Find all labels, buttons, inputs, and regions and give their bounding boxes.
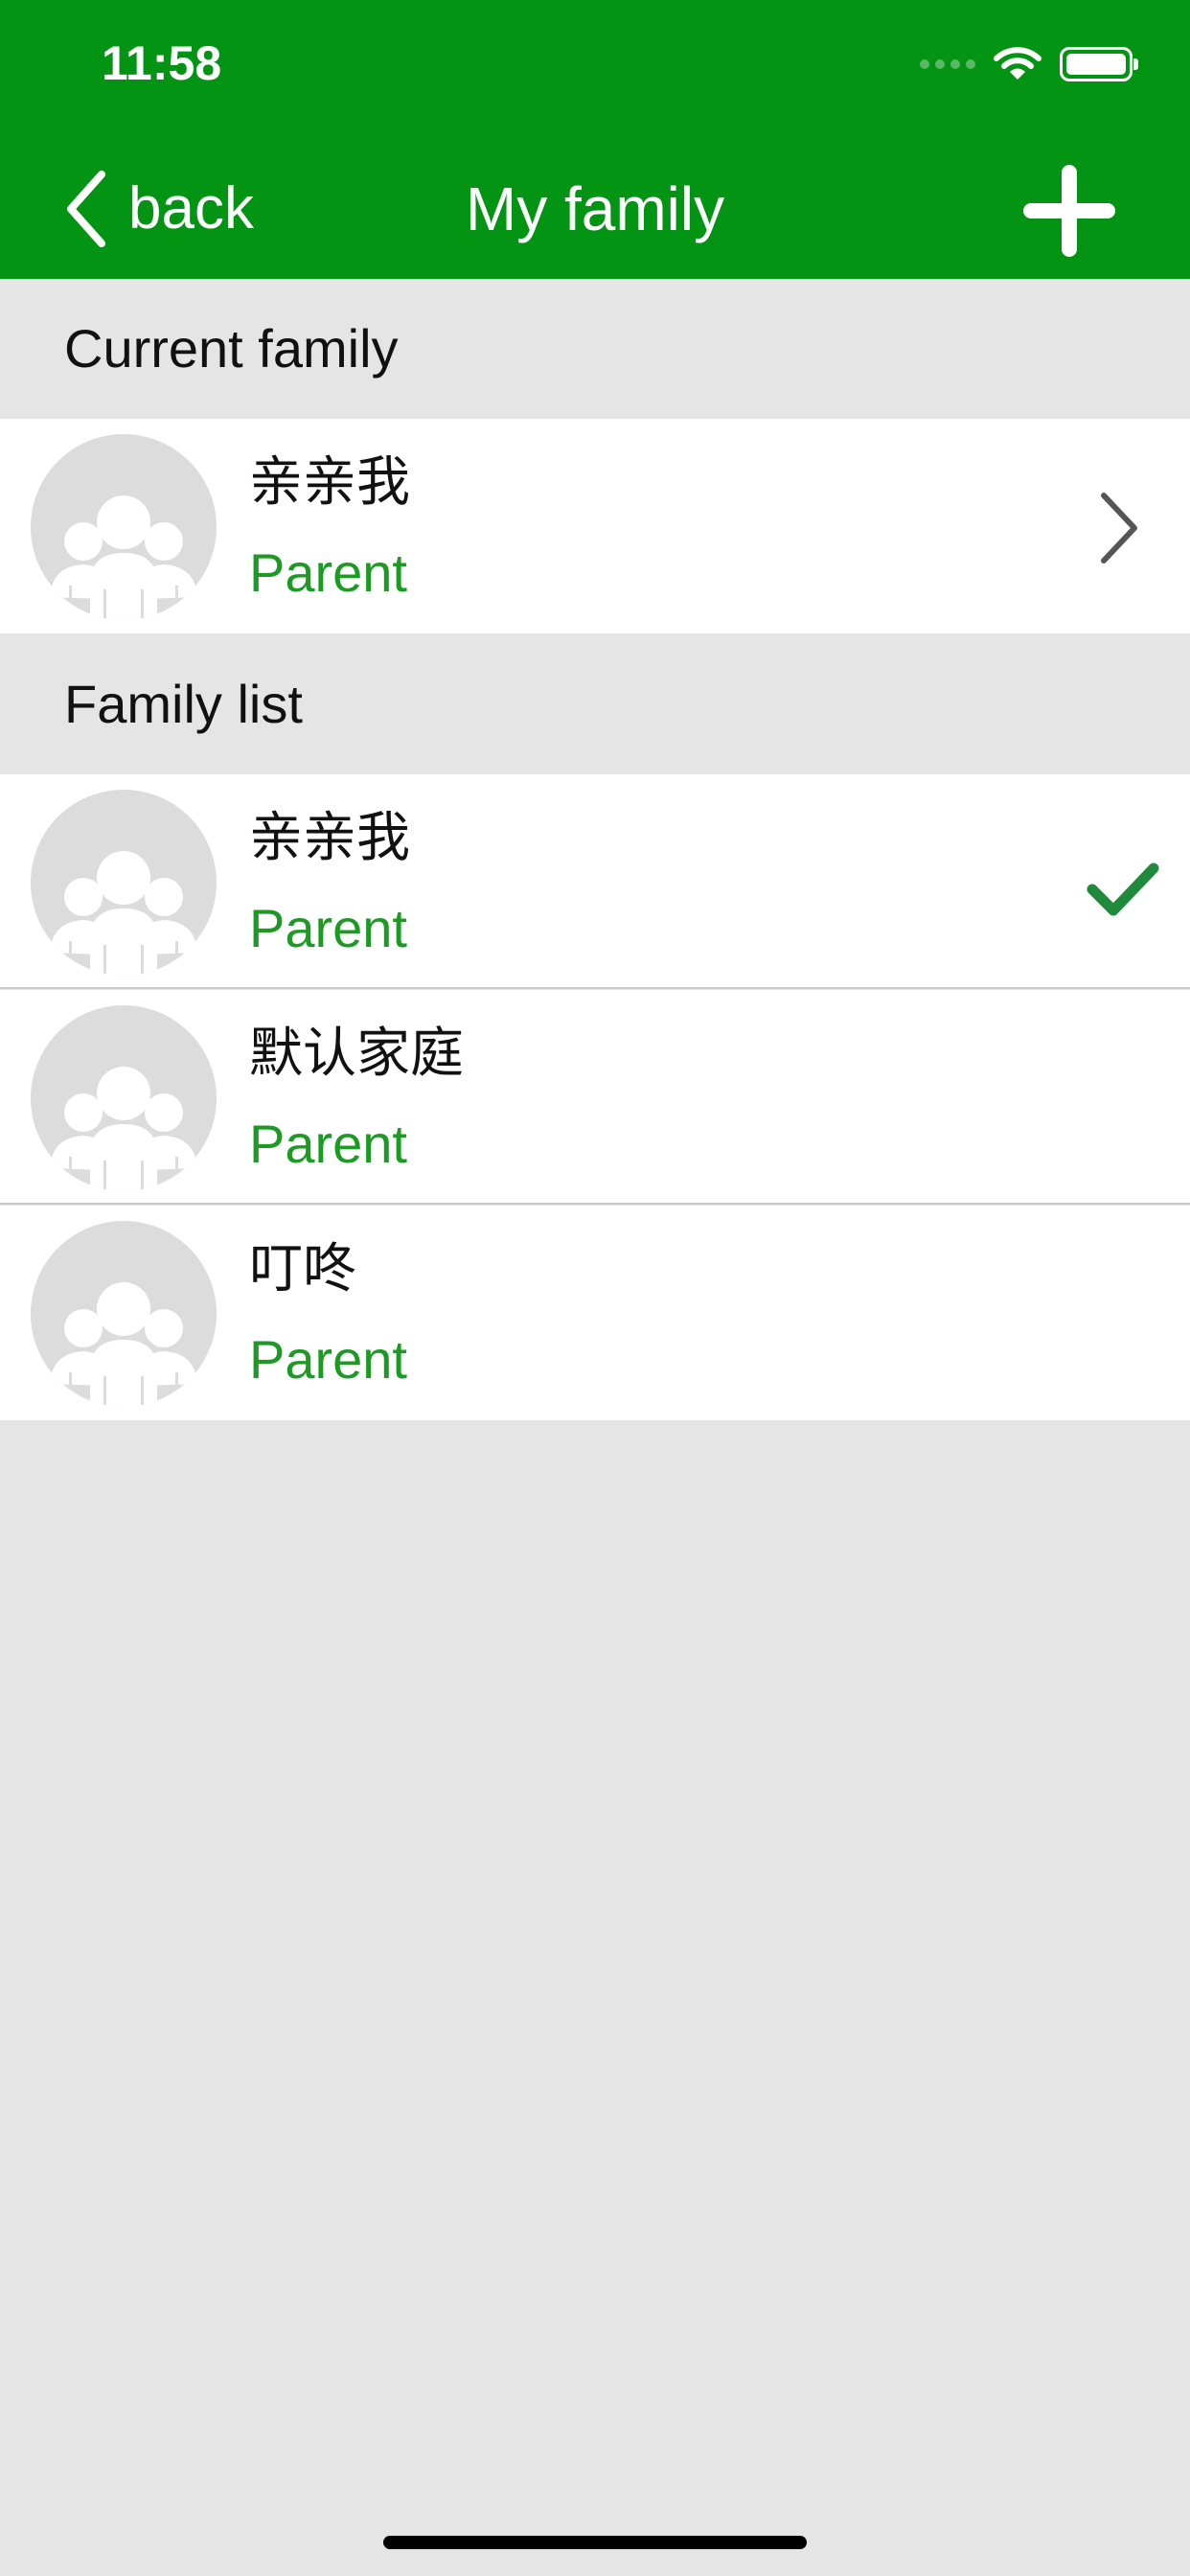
status-time: 11:58 xyxy=(102,36,222,90)
family-role: Parent xyxy=(249,898,407,958)
family-group-icon xyxy=(31,434,217,620)
plus-icon[interactable] xyxy=(1019,161,1119,261)
section-header-current: Current family xyxy=(0,279,1190,419)
section-header-list: Family list xyxy=(0,633,1190,774)
family-name: 叮咚 xyxy=(249,1238,356,1299)
family-group-icon xyxy=(31,1221,217,1407)
page-title: My family xyxy=(465,174,725,243)
home-indicator[interactable] xyxy=(383,2536,807,2549)
battery-icon xyxy=(1060,47,1138,81)
wifi-icon xyxy=(994,47,1041,80)
family-group-icon xyxy=(31,790,217,976)
cellular-signal-icon xyxy=(920,59,975,69)
family-role: Parent xyxy=(249,1114,407,1174)
nav-header: 11:58 back My family xyxy=(0,0,1190,279)
family-role: Parent xyxy=(249,1329,407,1390)
chevron-right-icon xyxy=(1101,493,1137,564)
checkmark-icon xyxy=(1087,862,1159,916)
family-list-item[interactable]: 亲亲我 Parent xyxy=(0,774,1190,989)
status-icons xyxy=(920,40,1138,88)
current-family-row[interactable]: 亲亲我 Parent xyxy=(0,419,1190,633)
family-list-item[interactable]: 叮咚 Parent xyxy=(0,1206,1190,1420)
family-group-icon xyxy=(31,1005,217,1191)
family-role: Parent xyxy=(249,542,407,603)
family-list-item[interactable]: 默认家庭 Parent xyxy=(0,990,1190,1205)
family-name: 亲亲我 xyxy=(249,807,410,867)
family-name: 默认家庭 xyxy=(249,1023,464,1083)
family-name: 亲亲我 xyxy=(249,451,410,512)
